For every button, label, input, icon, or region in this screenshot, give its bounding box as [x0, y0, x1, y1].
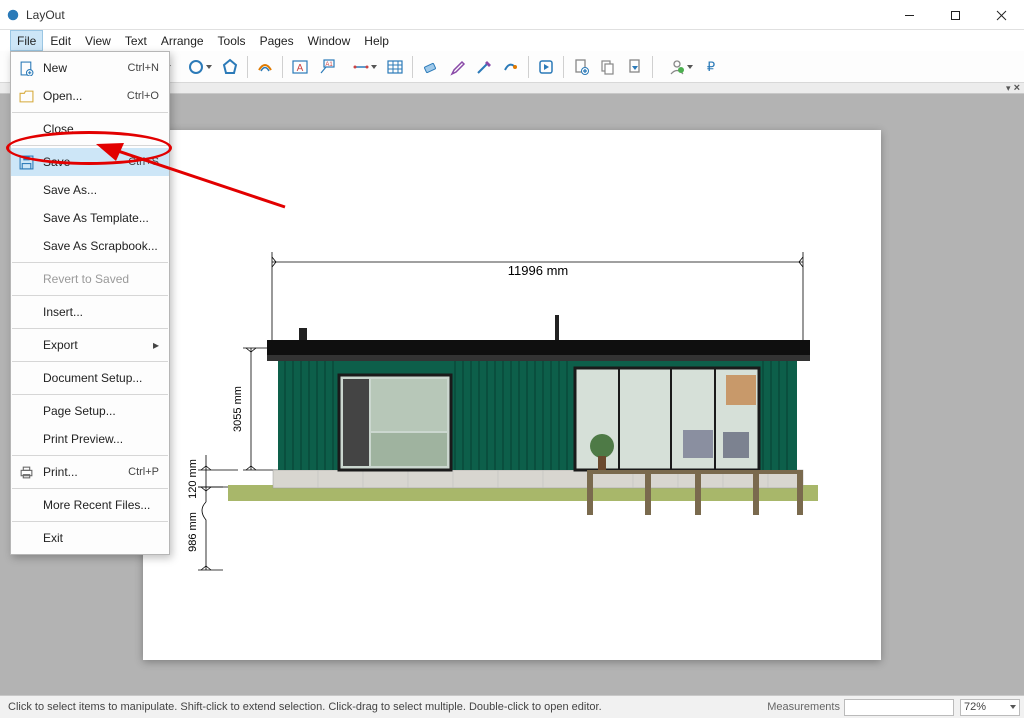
page-canvas[interactable]: 11996 mm 3055 mm 120 mm: [143, 130, 881, 660]
table-tool[interactable]: [382, 54, 408, 80]
zoom-dropdown[interactable]: 72%: [960, 699, 1020, 716]
dim-plinth-text: 120 mm: [187, 459, 199, 499]
app-icon: [6, 8, 20, 22]
dim-wall-text: 3055 mm: [232, 386, 244, 432]
label-tool[interactable]: A1: [314, 54, 340, 80]
menu-help[interactable]: Help: [357, 30, 396, 51]
polygon-tool[interactable]: [217, 54, 243, 80]
join-tool[interactable]: [498, 54, 524, 80]
file-print[interactable]: Print...Ctrl+P: [11, 458, 169, 486]
file-save-as[interactable]: Save As...: [11, 176, 169, 204]
window-maximize[interactable]: [932, 0, 978, 30]
save-icon: [19, 155, 34, 170]
measurements-input[interactable]: [844, 699, 954, 716]
ruble-button[interactable]: ₽: [698, 54, 724, 80]
file-print-preview[interactable]: Print Preview...: [11, 425, 169, 453]
tabstrip-close-icon[interactable]: ×: [1014, 82, 1020, 94]
file-save-as-template[interactable]: Save As Template...: [11, 204, 169, 232]
page-nav-button[interactable]: [622, 54, 648, 80]
file-open[interactable]: Open...Ctrl+O: [11, 82, 169, 110]
menu-tools[interactable]: Tools: [211, 30, 253, 51]
offset-tool[interactable]: [252, 54, 278, 80]
menu-pages[interactable]: Pages: [253, 30, 301, 51]
dim-bottom-text: 986 mm: [187, 512, 199, 552]
menu-edit[interactable]: Edit: [43, 30, 78, 51]
file-exit[interactable]: Exit: [11, 524, 169, 552]
window-close[interactable]: [978, 0, 1024, 30]
user-account-button[interactable]: [657, 54, 697, 80]
menu-text[interactable]: Text: [118, 30, 154, 51]
file-more-recent[interactable]: More Recent Files...: [11, 491, 169, 519]
file-document-setup[interactable]: Document Setup...: [11, 364, 169, 392]
drawing-elevation: 11996 mm 3055 mm 120 mm: [143, 130, 881, 660]
split-tool[interactable]: [471, 54, 497, 80]
folder-open-icon: [19, 89, 34, 104]
style-eyedropper-tool[interactable]: [444, 54, 470, 80]
dim-top-text: 11996 mm: [508, 263, 568, 278]
dimension-tool[interactable]: [341, 54, 381, 80]
measurements-label: Measurements: [767, 701, 844, 713]
window-minimize[interactable]: [886, 0, 932, 30]
circle-tool[interactable]: [176, 54, 216, 80]
menu-window[interactable]: Window: [301, 30, 358, 51]
text-tool[interactable]: A: [287, 54, 313, 80]
file-save-as-scrapbook[interactable]: Save As Scrapbook...: [11, 232, 169, 260]
tabstrip-menu-icon[interactable]: ▾: [1006, 83, 1011, 94]
menubar: File Edit View Text Arrange Tools Pages …: [0, 30, 1024, 51]
new-doc-icon: [19, 61, 34, 76]
file-new[interactable]: NewCtrl+N: [11, 54, 169, 82]
svg-text:A: A: [297, 63, 304, 74]
menu-file[interactable]: File: [10, 30, 43, 51]
eraser-tool[interactable]: [417, 54, 443, 80]
file-close[interactable]: Close: [11, 115, 169, 143]
duplicate-page-button[interactable]: [595, 54, 621, 80]
file-revert: Revert to Saved: [11, 265, 169, 293]
file-page-setup[interactable]: Page Setup...: [11, 397, 169, 425]
presentation-tool[interactable]: [533, 54, 559, 80]
file-menu-dropdown: NewCtrl+N Open...Ctrl+O Close SaveCtrl+S…: [10, 51, 170, 555]
svg-text:₽: ₽: [707, 59, 715, 74]
svg-text:A1: A1: [325, 62, 333, 68]
status-hint: Click to select items to manipulate. Shi…: [4, 701, 767, 713]
menu-arrange[interactable]: Arrange: [154, 30, 211, 51]
printer-icon: [19, 465, 34, 480]
titlebar: LayOut: [0, 0, 1024, 30]
file-export[interactable]: Export▸: [11, 331, 169, 359]
add-page-button[interactable]: [568, 54, 594, 80]
menu-view[interactable]: View: [78, 30, 118, 51]
file-save[interactable]: SaveCtrl+S: [11, 148, 169, 176]
window-title: LayOut: [26, 8, 886, 22]
file-insert[interactable]: Insert...: [11, 298, 169, 326]
submenu-arrow-icon: ▸: [153, 338, 159, 352]
statusbar: Click to select items to manipulate. Shi…: [0, 695, 1024, 718]
